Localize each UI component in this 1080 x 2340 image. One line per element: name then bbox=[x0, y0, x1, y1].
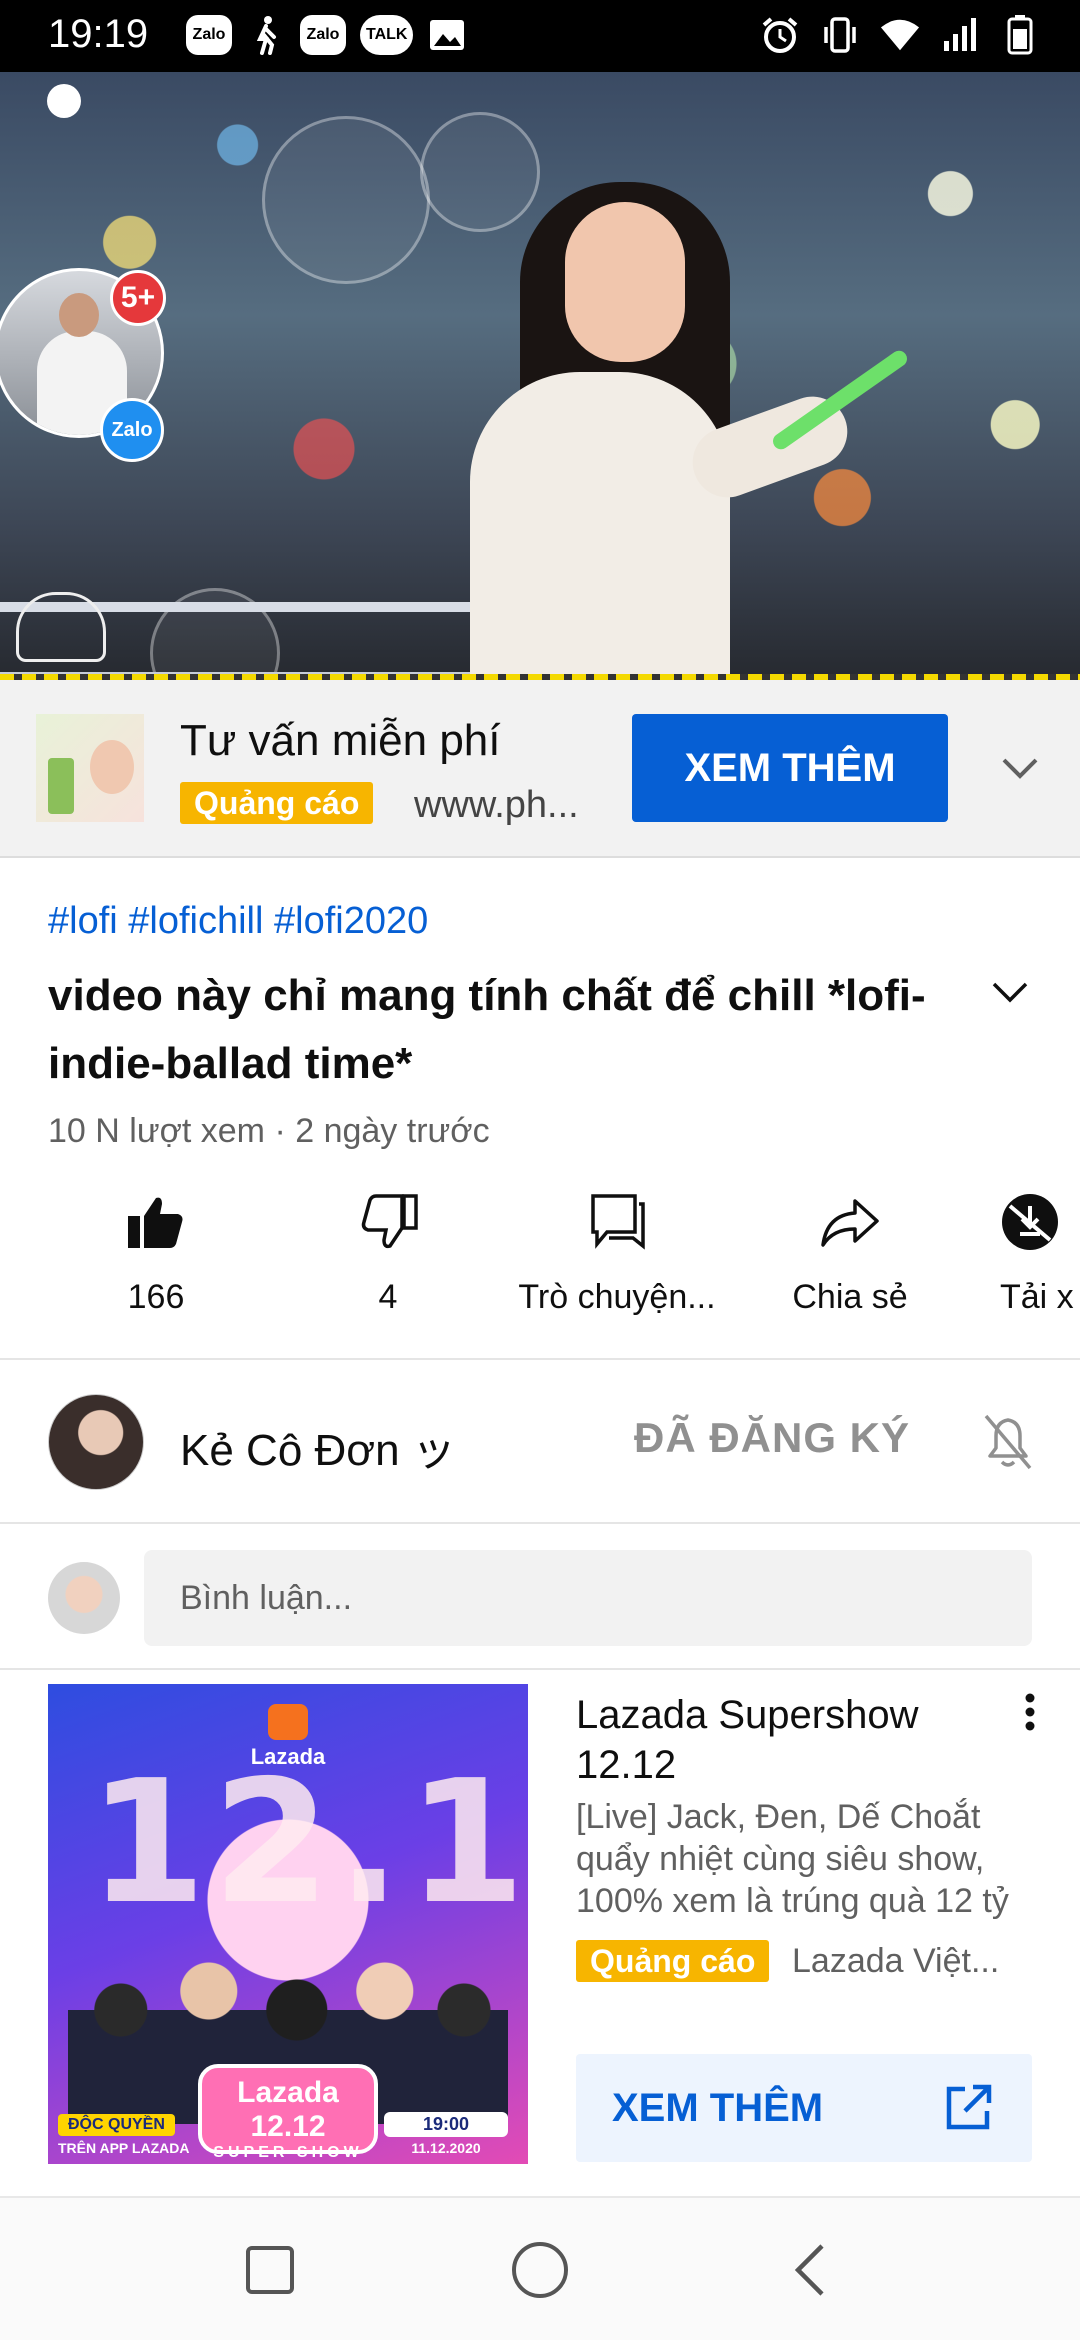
promo-description: [Live] Jack, Đen, Dế Choắt quẩy nhiệt cù… bbox=[576, 1798, 1009, 1920]
ad-url: www.ph... bbox=[414, 784, 579, 826]
like-button[interactable]: 166 bbox=[96, 1190, 216, 1330]
zalo-icon: Zalo bbox=[300, 15, 346, 55]
cat-doodle-icon bbox=[16, 592, 106, 662]
home-icon[interactable] bbox=[504, 2234, 576, 2306]
alarm-icon bbox=[760, 14, 800, 56]
recent-apps-icon[interactable] bbox=[234, 2234, 306, 2306]
status-system-icons bbox=[760, 14, 1040, 56]
more-options-icon[interactable] bbox=[1010, 1690, 1050, 1734]
wifi-icon bbox=[880, 14, 920, 56]
divider bbox=[0, 1522, 1080, 1524]
channel-watermark bbox=[14, 84, 114, 154]
ad-title[interactable]: Tư vấn miễn phí bbox=[180, 716, 500, 766]
share-label: Chia sẻ bbox=[792, 1278, 908, 1316]
promo-thumbnail[interactable]: Lazada 12.12 Lazada 12.12 SUPER SHOW ĐỘC… bbox=[48, 1684, 528, 2164]
share-button[interactable]: Chia sẻ bbox=[780, 1190, 920, 1330]
comment-box[interactable] bbox=[144, 1550, 1032, 1646]
promo-exclusive: ĐỘC QUYỀN bbox=[58, 2114, 175, 2136]
promo-title[interactable]: Lazada Supershow 12.12 bbox=[576, 1690, 996, 1790]
zalo-icon: Zalo bbox=[186, 15, 232, 55]
ad-banner[interactable]: Tư vấn miễn phí Quảng cáo www.ph... XEM … bbox=[0, 680, 1080, 858]
promo-ad-badge: Quảng cáo bbox=[576, 1940, 770, 1982]
promo-cta-label: XEM THÊM bbox=[612, 2086, 824, 2130]
promo-exclusive-sub: TRÊN APP LAZADA bbox=[58, 2140, 190, 2156]
ad-expand-chevron-icon[interactable] bbox=[990, 746, 1050, 790]
download-icon bbox=[1000, 1190, 1064, 1254]
image-icon bbox=[427, 14, 467, 56]
channel-avatar[interactable] bbox=[48, 1394, 144, 1490]
description-expand-chevron-icon[interactable] bbox=[980, 972, 1040, 1012]
bubble bbox=[262, 116, 430, 284]
ad-thumbnail[interactable] bbox=[36, 714, 144, 822]
channel-name[interactable]: Kẻ Cô Đơn ッ bbox=[180, 1414, 456, 1478]
back-icon[interactable] bbox=[774, 2234, 846, 2306]
comment-input[interactable] bbox=[144, 1550, 1032, 1646]
promo-cta-button[interactable]: XEM THÊM bbox=[576, 2054, 1032, 2162]
download-button[interactable]: Tải x bbox=[1000, 1190, 1080, 1330]
action-bar: 166 4 Trò chuyện... Chia sẻ Tải x bbox=[0, 1190, 1080, 1330]
lazada-heart-icon bbox=[268, 1704, 308, 1740]
thumbs-down-icon bbox=[356, 1190, 420, 1254]
dislike-count: 4 bbox=[378, 1278, 398, 1316]
divider bbox=[0, 1668, 1080, 1670]
promo-date: 11.12.2020 bbox=[411, 2140, 481, 2156]
status-bar: 19:19 Zalo Zalo TALK bbox=[0, 0, 1080, 72]
video-subject-body bbox=[470, 372, 730, 680]
external-link-icon bbox=[940, 2080, 996, 2136]
status-app-icons: Zalo Zalo TALK bbox=[186, 14, 467, 56]
ad-badge: Quảng cáo bbox=[180, 782, 374, 824]
vibrate-icon bbox=[820, 14, 860, 56]
download-label: Tải x bbox=[1000, 1278, 1074, 1316]
chat-label: Trò chuyện... bbox=[518, 1278, 716, 1316]
promo-big-number: 12.12 bbox=[88, 1744, 528, 1942]
promo-event-badge: Lazada 12.12 SUPER SHOW bbox=[198, 2064, 378, 2161]
subscribe-button[interactable]: ĐÃ ĐĂNG KÝ bbox=[634, 1414, 910, 1462]
notification-bell-off-icon[interactable] bbox=[978, 1410, 1038, 1474]
thumbs-up-icon bbox=[124, 1190, 188, 1254]
dislike-button[interactable]: 4 bbox=[328, 1190, 448, 1330]
video-title[interactable]: video này chỉ mang tính chất để chill *l… bbox=[48, 962, 948, 1098]
ad-cta-button[interactable]: XEM THÊM bbox=[632, 714, 948, 822]
video-player[interactable] bbox=[0, 72, 1080, 680]
notification-badge: 5+ bbox=[110, 270, 166, 326]
like-count: 166 bbox=[127, 1278, 185, 1316]
user-avatar bbox=[48, 1562, 120, 1634]
zalo-badge-icon: Zalo bbox=[100, 398, 164, 462]
chat-icon bbox=[585, 1190, 649, 1254]
promo-time: 19:00 bbox=[384, 2112, 508, 2137]
bubble bbox=[420, 112, 540, 232]
talk-icon: TALK bbox=[360, 15, 414, 55]
battery-icon bbox=[1000, 14, 1040, 56]
system-nav-bar bbox=[0, 2196, 1080, 2340]
walking-icon bbox=[246, 14, 286, 56]
promo-advertiser: Lazada Việt... bbox=[792, 1942, 1000, 1980]
chat-button[interactable]: Trò chuyện... bbox=[512, 1190, 722, 1330]
share-icon bbox=[818, 1190, 882, 1254]
video-meta: 10 N lượt xem · 2 ngày trước bbox=[48, 1112, 490, 1150]
signal-icon bbox=[940, 14, 980, 56]
video-subject-face bbox=[565, 202, 685, 362]
status-time: 19:19 bbox=[48, 12, 149, 56]
video-hashtags[interactable]: #lofi #lofichill #lofi2020 bbox=[48, 900, 428, 943]
divider bbox=[0, 1358, 1080, 1360]
